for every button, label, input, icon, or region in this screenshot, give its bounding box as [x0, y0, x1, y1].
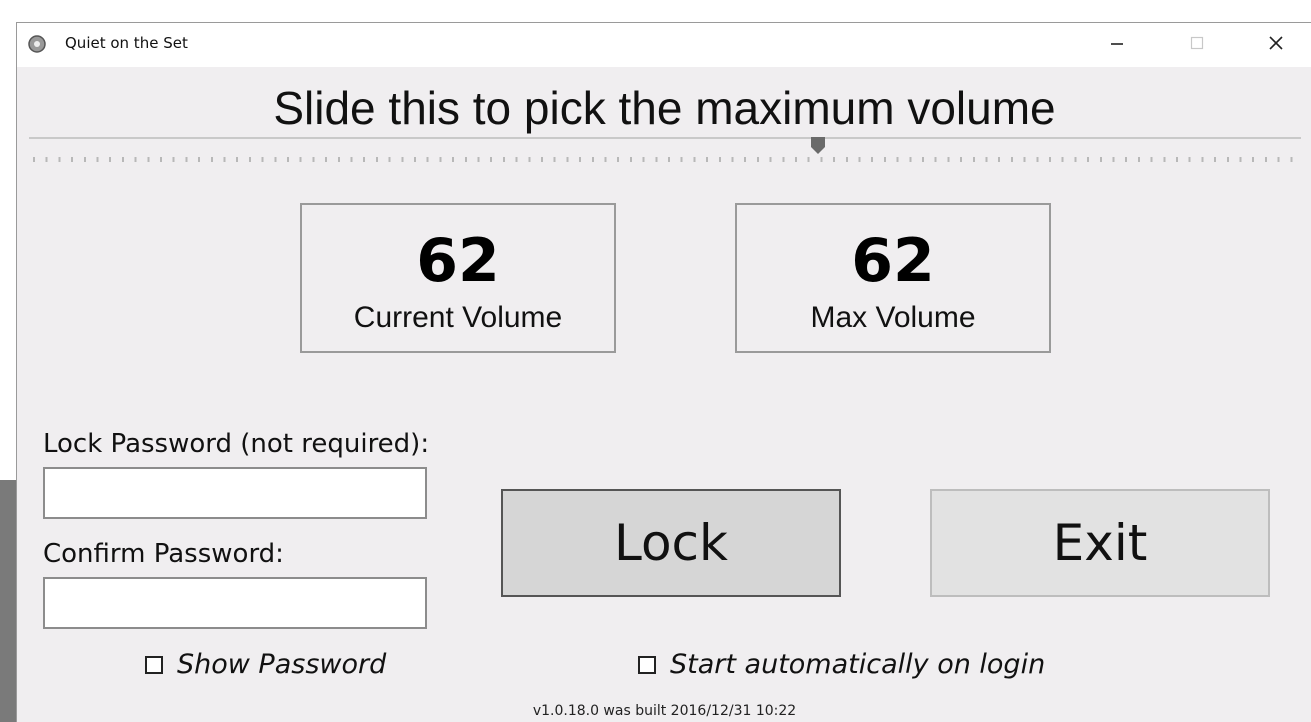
title-bar[interactable]: Quiet on the Set — [17, 23, 1311, 67]
show-password-option[interactable]: Show Password — [145, 649, 386, 680]
build-info: v1.0.18.0 was built 2016/12/31 10:22 — [532, 703, 797, 719]
max-volume-label: Max Volume — [810, 301, 976, 334]
lock-button[interactable]: Lock — [501, 489, 841, 597]
exit-button[interactable]: Exit — [930, 489, 1270, 597]
current-volume-value: 62 — [416, 226, 500, 296]
volume-slider-ticks — [33, 157, 1303, 162]
current-volume-label: Current Volume — [353, 301, 563, 334]
app-window: Quiet on the Set Slide this to pick the … — [16, 22, 1311, 722]
autostart-label: Start automatically on login — [670, 649, 1046, 680]
slider-title: Slide this to pick the maximum volume — [273, 82, 1056, 134]
show-password-checkbox[interactable] — [145, 655, 163, 674]
lock-password-label: Lock Password (not required): — [43, 429, 430, 459]
minimize-icon — [1109, 35, 1125, 55]
close-icon — [1268, 35, 1284, 55]
show-password-label: Show Password — [177, 649, 387, 680]
lock-password-input[interactable] — [43, 467, 427, 519]
confirm-password-input[interactable] — [43, 577, 427, 629]
window-title: Quiet on the Set — [65, 34, 188, 52]
maximize-icon — [1189, 35, 1205, 55]
desktop-background — [0, 480, 16, 722]
close-button[interactable] — [1241, 23, 1311, 67]
max-volume-panel: 62 Max Volume — [735, 203, 1051, 353]
maximize-button[interactable] — [1162, 23, 1232, 67]
app-icon — [27, 34, 47, 54]
confirm-password-label: Confirm Password: — [43, 539, 284, 569]
volume-slider-track[interactable] — [29, 137, 1301, 139]
volume-slider-thumb[interactable] — [809, 136, 827, 156]
minimize-button[interactable] — [1082, 23, 1152, 67]
autostart-option[interactable]: Start automatically on login — [638, 649, 1045, 680]
max-volume-value: 62 — [851, 226, 935, 296]
current-volume-panel: 62 Current Volume — [300, 203, 616, 353]
autostart-checkbox[interactable] — [638, 655, 656, 674]
